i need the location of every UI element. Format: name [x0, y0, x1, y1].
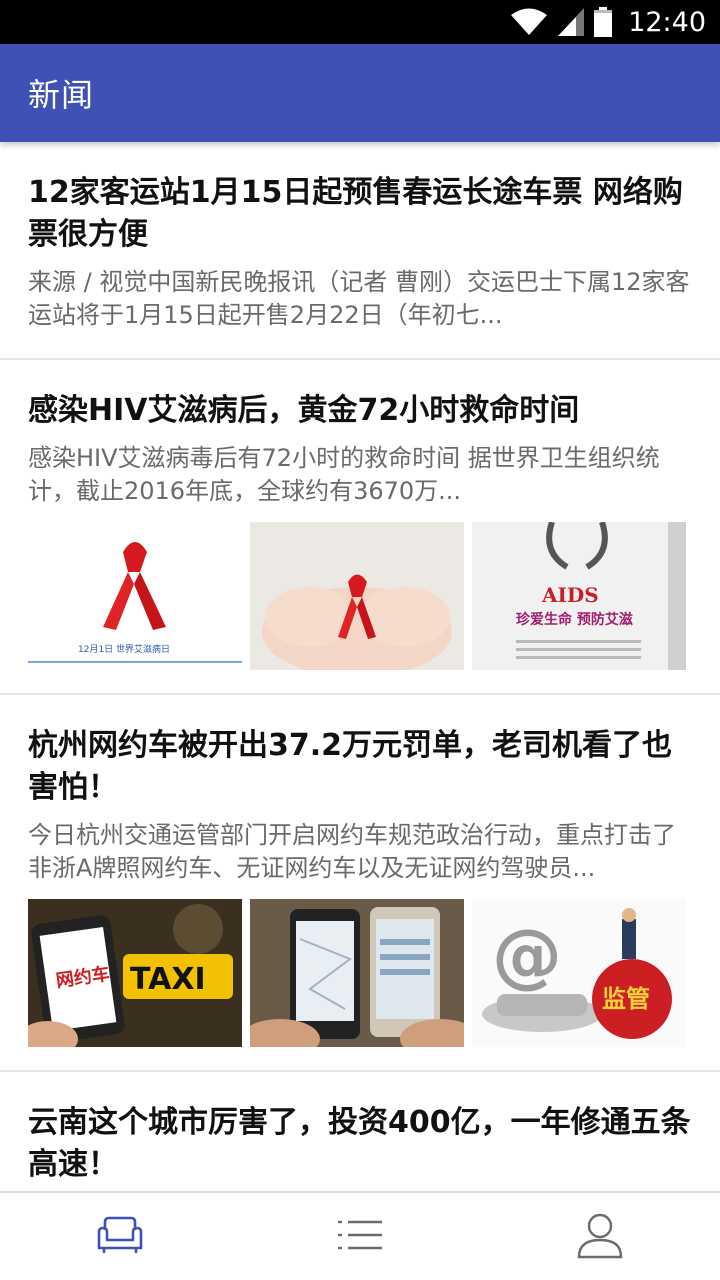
ride-hailing-phones-image[interactable] [250, 899, 464, 1047]
regulation-stamp: 监管 [602, 985, 650, 1013]
news-item[interactable]: 感染HIV艾滋病后，黄金72小时救命时间 感染HIV艾滋病毒后有72小时的救命时… [0, 360, 720, 695]
list-icon [336, 1218, 384, 1256]
news-title: 感染HIV艾滋病后，黄金72小时救命时间 [28, 393, 580, 428]
ribbon-caption: 12月1日 世界艾滋病日 [78, 643, 170, 655]
hands-ribbon-image[interactable] [250, 522, 464, 670]
app-bar: 新闻 [0, 44, 720, 142]
news-item[interactable]: 云南这个城市厉害了，投资400亿，一年修通五条高速！ [0, 1072, 720, 1191]
news-thumbnails: 12月1日 世界艾滋病日 AIDS 珍爱生命 预防艾滋 [28, 522, 692, 670]
nav-home[interactable] [60, 1202, 180, 1272]
sofa-icon [96, 1214, 144, 1260]
nav-categories[interactable] [300, 1202, 420, 1272]
status-time: 12:40 [628, 6, 706, 38]
taxi-phone-image[interactable]: TAXI 网约车 [28, 899, 242, 1047]
red-ribbon-image[interactable]: 12月1日 世界艾滋病日 [28, 522, 242, 670]
news-summary: 今日杭州交通运管部门开启网约车规范政治行动，重点打击了非浙A牌照网约车、无证网约… [28, 821, 676, 882]
poster-slogan: 珍爱生命 预防艾滋 [516, 611, 633, 628]
news-feed[interactable]: 12家客运站1月15日起预售春运长途车票 网络购票很方便 来源 / 视觉中国新民… [0, 142, 720, 1191]
nav-profile[interactable] [540, 1202, 660, 1272]
cell-signal-icon [558, 8, 585, 36]
news-item[interactable]: 杭州网约车被开出37.2万元罚单，老司机看了也害怕！ 今日杭州交通运管部门开启网… [0, 695, 720, 1072]
taxi-sign: TAXI [130, 962, 206, 997]
status-bar: 12:40 [0, 0, 720, 44]
news-summary: 感染HIV艾滋病毒后有72小时的救命时间 据世界卫生组织统计，截止2016年底，… [28, 444, 660, 505]
battery-icon [594, 7, 613, 37]
user-icon [576, 1211, 624, 1263]
news-title: 12家客运站1月15日起预售春运长途车票 网络购票很方便 [28, 175, 683, 252]
news-summary: 来源 / 视觉中国新民晚报讯（记者 曹刚）交运巴士下属12家客运站将于1月15日… [28, 268, 690, 329]
news-title: 杭州网约车被开出37.2万元罚单，老司机看了也害怕！ [28, 728, 673, 805]
regulation-image[interactable]: @ 监管 [472, 899, 686, 1047]
news-thumbnails: TAXI 网约车 @ 监管 [28, 899, 692, 1047]
aids-poster-image[interactable]: AIDS 珍爱生命 预防艾滋 [472, 522, 686, 670]
news-title: 云南这个城市厉害了，投资400亿，一年修通五条高速！ [28, 1105, 691, 1182]
page-title: 新闻 [28, 76, 95, 114]
wifi-icon [510, 8, 548, 36]
at-symbol: @ [492, 914, 562, 996]
bottom-nav [0, 1191, 720, 1280]
poster-headline: AIDS [541, 583, 599, 607]
news-item[interactable]: 12家客运站1月15日起预售春运长途车票 网络购票很方便 来源 / 视觉中国新民… [0, 142, 720, 360]
